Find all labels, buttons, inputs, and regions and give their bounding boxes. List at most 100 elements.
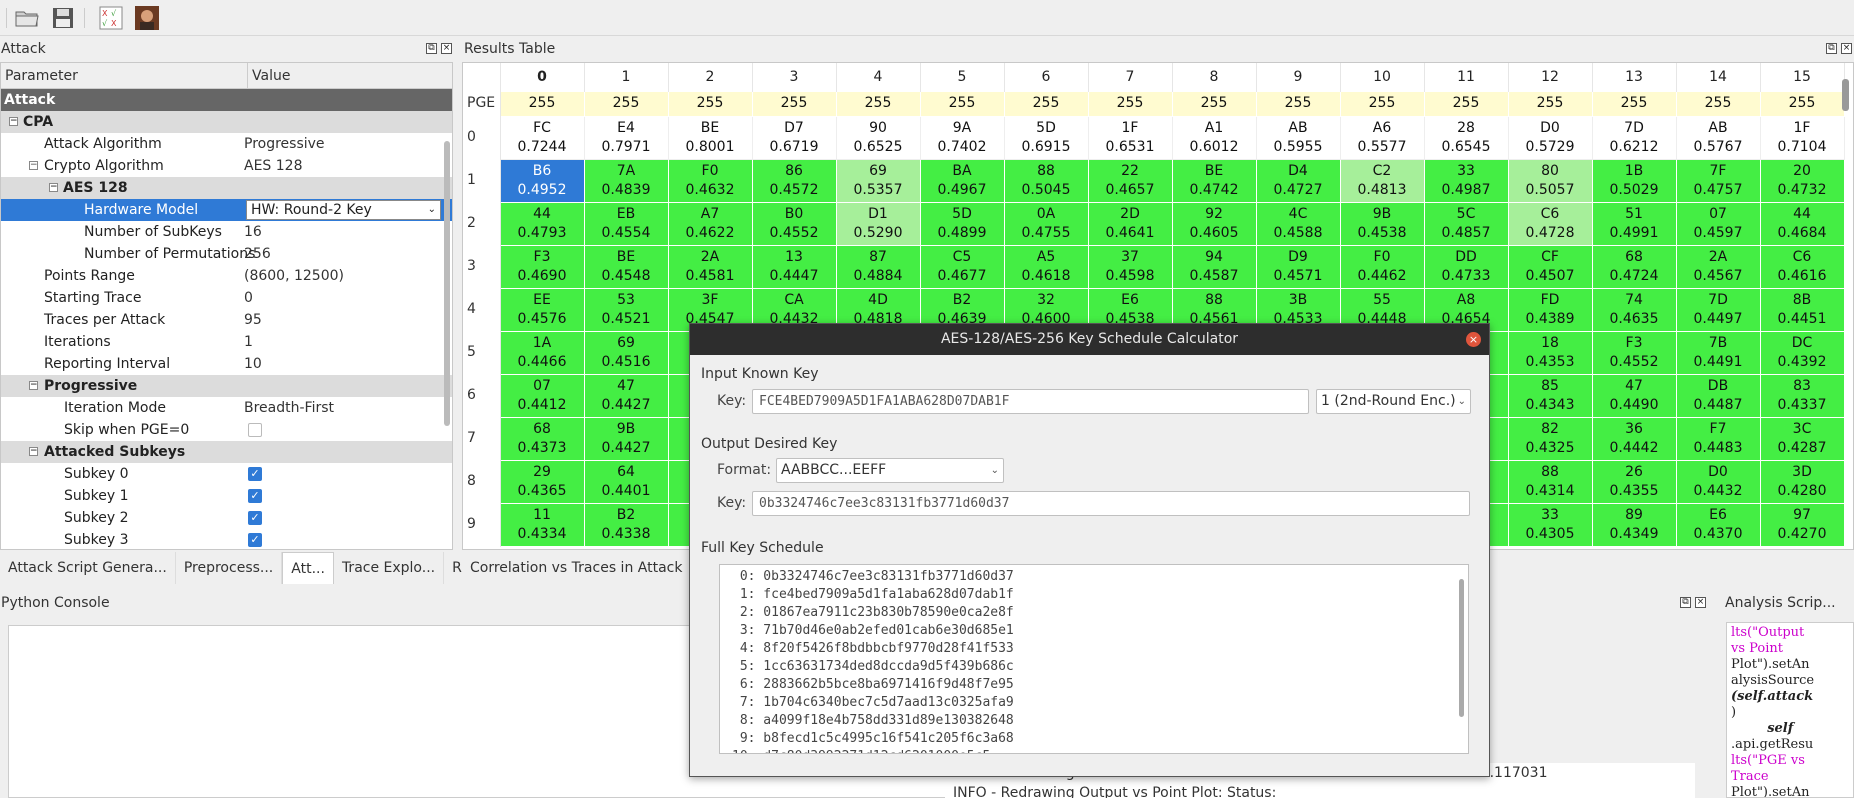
output-key-field[interactable]: 0b3324746c7ee3c83131fb3771d60d37: [752, 491, 1470, 516]
capture-photo-icon[interactable]: [132, 4, 162, 32]
result-cell[interactable]: 1F 0.6531: [1087, 115, 1173, 160]
collapse-icon[interactable]: −: [49, 183, 58, 192]
pge-cell[interactable]: 255: [919, 90, 1005, 117]
column-header[interactable]: 7: [1088, 63, 1173, 91]
column-header[interactable]: 9: [1256, 63, 1341, 91]
pge-cell[interactable]: 255: [835, 90, 921, 117]
result-cell[interactable]: 64 0.4401: [583, 459, 669, 504]
result-cell[interactable]: 89 0.4349: [1591, 502, 1677, 547]
result-cell[interactable]: 68 0.4724: [1591, 244, 1677, 289]
column-header[interactable]: 10: [1340, 63, 1425, 91]
param-hardware-model[interactable]: Hardware Model HW: Round-2 Key ⌄: [1, 199, 452, 221]
save-disk-icon[interactable]: [48, 4, 78, 32]
subkey-0-checkbox[interactable]: ✓: [248, 467, 262, 481]
result-cell[interactable]: C6 0.4728: [1507, 201, 1593, 246]
column-header[interactable]: 11: [1424, 63, 1509, 91]
close-icon[interactable]: ×: [1841, 43, 1852, 54]
result-cell[interactable]: 53 0.4521: [583, 287, 669, 332]
result-cell[interactable]: B2 0.4338: [583, 502, 669, 547]
result-cell[interactable]: AB 0.5955: [1255, 115, 1341, 160]
result-cell[interactable]: 47 0.4490: [1591, 373, 1677, 418]
attack-scrollbar[interactable]: [444, 141, 450, 426]
result-cell[interactable]: AB 0.5767: [1675, 115, 1761, 160]
result-cell[interactable]: 94 0.4587: [1171, 244, 1257, 289]
result-cell[interactable]: C6 0.4616: [1759, 244, 1845, 289]
pge-cell[interactable]: 255: [1675, 90, 1761, 117]
column-header[interactable]: 13: [1592, 63, 1677, 91]
param-iterations[interactable]: Iterations 1: [1, 331, 452, 353]
result-cell[interactable]: FD 0.4389: [1507, 287, 1593, 332]
analysis-script-editor[interactable]: lts("Output vs Point Plot").setAn alysisSou…: [1726, 622, 1854, 798]
result-cell[interactable]: 85 0.4343: [1507, 373, 1593, 418]
pge-cell[interactable]: 255: [1339, 90, 1425, 117]
param-value[interactable]: Breadth-First: [244, 397, 334, 419]
subkey-2-checkbox[interactable]: ✓: [248, 511, 262, 525]
result-cell[interactable]: 7A 0.4839: [583, 158, 669, 203]
format-select[interactable]: AABBCC...EEFF ⌄: [776, 458, 1004, 483]
pge-cell[interactable]: 255: [1171, 90, 1257, 117]
column-header[interactable]: 1: [584, 63, 669, 91]
result-cell[interactable]: 37 0.4598: [1087, 244, 1173, 289]
result-cell[interactable]: 7B 0.4491: [1675, 330, 1761, 375]
result-cell[interactable]: D1 0.5290: [835, 201, 921, 246]
tree-group-progressive[interactable]: − Progressive: [1, 375, 452, 397]
pge-cell[interactable]: 255: [583, 90, 669, 117]
result-cell[interactable]: 5D 0.4899: [919, 201, 1005, 246]
result-cell[interactable]: 88 0.5045: [1003, 158, 1089, 203]
param-subkey-3[interactable]: Subkey 3 ✓: [1, 529, 452, 549]
tree-group-cpa[interactable]: − CPA: [1, 111, 452, 133]
result-cell[interactable]: F3 0.4690: [499, 244, 585, 289]
tab-correlation-vs-traces[interactable]: Correlation vs Traces in Attack: [462, 552, 692, 584]
param-starting-trace[interactable]: Starting Trace 0: [1, 287, 452, 309]
subkey-3-checkbox[interactable]: ✓: [248, 533, 262, 547]
result-cell[interactable]: B6 0.4952: [499, 158, 585, 203]
result-cell[interactable]: 1A 0.4466: [499, 330, 585, 375]
tab-attack-script-generator[interactable]: Attack Script Genera...: [0, 552, 176, 584]
schedule-scrollbar[interactable]: [1459, 579, 1464, 717]
tab-attack[interactable]: Att...: [282, 552, 334, 584]
skip-pge-checkbox[interactable]: [248, 423, 262, 437]
result-cell[interactable]: C5 0.4677: [919, 244, 1005, 289]
result-cell[interactable]: D0 0.5729: [1507, 115, 1593, 160]
result-cell[interactable]: C2 0.4813: [1339, 158, 1425, 203]
result-cell[interactable]: 3C 0.4287: [1759, 416, 1845, 461]
result-cell[interactable]: 68 0.4373: [499, 416, 585, 461]
pge-cell[interactable]: 255: [1591, 90, 1677, 117]
result-cell[interactable]: 8B 0.4451: [1759, 287, 1845, 332]
result-cell[interactable]: CF 0.4507: [1507, 244, 1593, 289]
param-attack-algorithm[interactable]: Attack Algorithm Progressive: [1, 133, 452, 155]
result-cell[interactable]: 7D 0.6212: [1591, 115, 1677, 160]
result-cell[interactable]: DB 0.4487: [1675, 373, 1761, 418]
result-cell[interactable]: 2D 0.4641: [1087, 201, 1173, 246]
pge-cell[interactable]: 255: [1255, 90, 1341, 117]
param-value[interactable]: (8600, 12500): [244, 265, 344, 287]
subkey-1-checkbox[interactable]: ✓: [248, 489, 262, 503]
param-iteration-mode[interactable]: Iteration Mode Breadth-First: [1, 397, 452, 419]
result-cell[interactable]: 44 0.4793: [499, 201, 585, 246]
result-cell[interactable]: 13 0.4447: [751, 244, 837, 289]
pge-cell[interactable]: 255: [1003, 90, 1089, 117]
param-value[interactable]: 10: [244, 353, 262, 375]
result-cell[interactable]: 88 0.4314: [1507, 459, 1593, 504]
collapse-icon[interactable]: −: [29, 447, 38, 456]
param-value[interactable]: 1: [244, 331, 253, 353]
param-num-permutations[interactable]: Number of Permutations 256: [1, 243, 452, 265]
result-cell[interactable]: D4 0.4727: [1255, 158, 1341, 203]
float-icon[interactable]: ⧉: [1680, 597, 1691, 608]
result-cell[interactable]: 90 0.6525: [835, 115, 921, 160]
result-cell[interactable]: F0 0.4462: [1339, 244, 1425, 289]
result-cell[interactable]: 5C 0.4857: [1423, 201, 1509, 246]
result-cell[interactable]: 86 0.4572: [751, 158, 837, 203]
result-cell[interactable]: 07 0.4597: [1675, 201, 1761, 246]
open-folder-icon[interactable]: [12, 4, 42, 32]
column-header[interactable]: 4: [836, 63, 921, 91]
dialog-titlebar[interactable]: AES-128/AES-256 Key Schedule Calculator …: [690, 324, 1489, 355]
result-cell[interactable]: BE 0.4742: [1171, 158, 1257, 203]
round-select[interactable]: 1 (2nd-Round Enc.) ⌄: [1316, 389, 1471, 414]
param-value[interactable]: 95: [244, 309, 262, 331]
column-header[interactable]: 15: [1760, 63, 1845, 91]
result-cell[interactable]: 74 0.4635: [1591, 287, 1677, 332]
tab-preprocessing[interactable]: Preprocess...: [176, 552, 283, 584]
result-cell[interactable]: 4C 0.4588: [1255, 201, 1341, 246]
result-cell[interactable]: 20 0.4732: [1759, 158, 1845, 203]
